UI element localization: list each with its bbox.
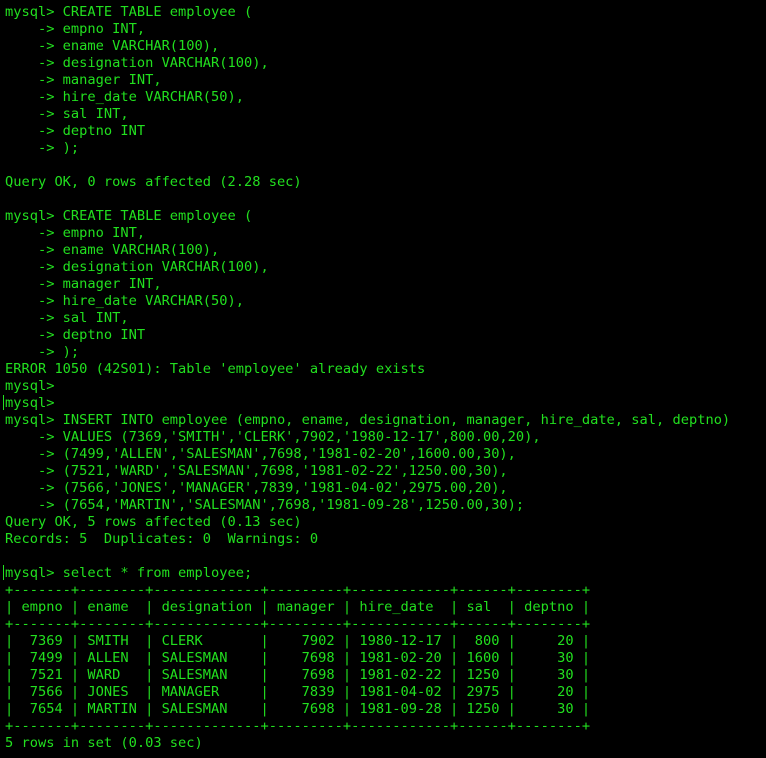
terminal-line: -> deptno INT <box>5 327 146 343</box>
terminal-line: -> designation VARCHAR(100), <box>5 55 269 71</box>
terminal-window[interactable]: mysql> CREATE TABLE employee ( -> empno … <box>0 0 766 758</box>
terminal-line: -> designation VARCHAR(100), <box>5 259 269 275</box>
table-border: +-------+--------+-------------+--------… <box>5 582 591 598</box>
rows-in-set-message: 5 rows in set (0.03 sec) <box>5 735 203 751</box>
table-row: | 7654 | MARTIN | SALESMAN | 7698 | 1981… <box>5 701 591 717</box>
cursor-marker <box>3 395 4 410</box>
terminal-line: -> empno INT, <box>5 225 146 241</box>
terminal-line: -> manager INT, <box>5 276 162 292</box>
query-result-message: Query OK, 0 rows affected (2.28 sec) <box>5 174 302 190</box>
terminal-line: mysql> INSERT INTO employee (empno, enam… <box>5 412 731 428</box>
query-result-message: Query OK, 5 rows affected (0.13 sec) <box>5 514 302 530</box>
table-row: | 7566 | JONES | MANAGER | 7839 | 1981-0… <box>5 684 591 700</box>
terminal-line: mysql> <box>5 395 55 411</box>
terminal-line: -> (7654,'MARTIN','SALESMAN',7698,'1981-… <box>5 497 525 513</box>
terminal-line: -> ename VARCHAR(100), <box>5 242 220 258</box>
terminal-line: -> (7521,'WARD','SALESMAN',7698,'1981-02… <box>5 463 508 479</box>
terminal-line: -> sal INT, <box>5 310 129 326</box>
terminal-line: -> deptno INT <box>5 123 146 139</box>
table-border: +-------+--------+-------------+--------… <box>5 616 591 632</box>
terminal-line: -> ); <box>5 344 80 360</box>
table-header: | empno | ename | designation | manager … <box>5 599 591 615</box>
error-message: ERROR 1050 (42S01): Table 'employee' alr… <box>5 361 426 377</box>
table-row: | 7521 | WARD | SALESMAN | 7698 | 1981-0… <box>5 667 591 683</box>
terminal-line: -> manager INT, <box>5 72 162 88</box>
terminal-line: -> hire_date VARCHAR(50), <box>5 293 244 309</box>
terminal-line: -> hire_date VARCHAR(50), <box>5 89 244 105</box>
terminal-line: -> sal INT, <box>5 106 129 122</box>
records-summary: Records: 5 Duplicates: 0 Warnings: 0 <box>5 531 319 547</box>
terminal-line: -> (7566,'JONES','MANAGER',7839,'1981-04… <box>5 480 508 496</box>
terminal-line: mysql> CREATE TABLE employee ( <box>5 4 253 20</box>
terminal-line: mysql> <box>5 378 55 394</box>
table-border: +-------+--------+-------------+--------… <box>5 718 591 734</box>
terminal-line: -> VALUES (7369,'SMITH','CLERK',7902,'19… <box>5 429 541 445</box>
terminal-line: mysql> CREATE TABLE employee ( <box>5 208 253 224</box>
table-row: | 7369 | SMITH | CLERK | 7902 | 1980-12-… <box>5 633 591 649</box>
terminal-line: -> ename VARCHAR(100), <box>5 38 220 54</box>
terminal-line: -> empno INT, <box>5 21 146 37</box>
terminal-line: -> (7499,'ALLEN','SALESMAN',7698,'1981-0… <box>5 446 516 462</box>
cursor-marker <box>3 565 4 580</box>
terminal-line: mysql> select * from employee; <box>5 565 253 581</box>
terminal-line: -> ); <box>5 140 80 156</box>
table-row: | 7499 | ALLEN | SALESMAN | 7698 | 1981-… <box>5 650 591 666</box>
